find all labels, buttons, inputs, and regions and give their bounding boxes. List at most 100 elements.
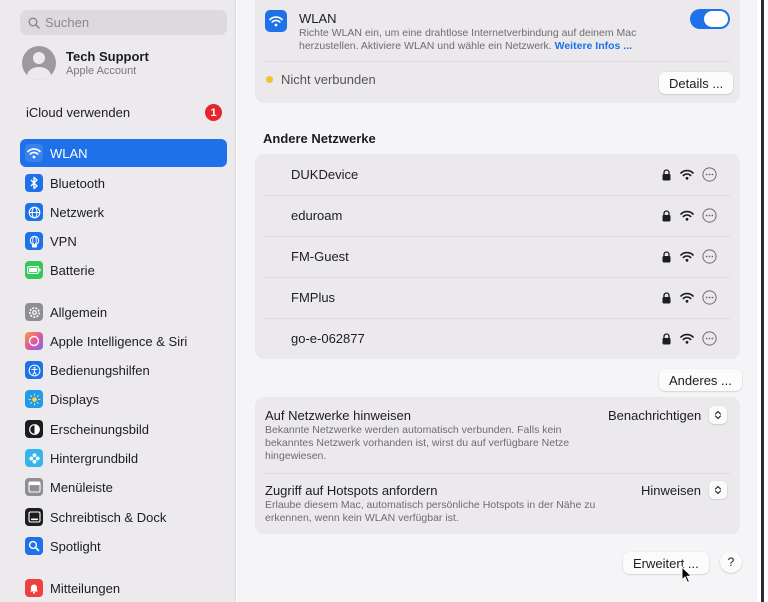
network-row[interactable]: DUKDevice	[255, 154, 740, 195]
sidebar-item-netzwerk[interactable]: Netzwerk	[20, 198, 227, 226]
account-item[interactable]: Tech Support Apple Account	[22, 46, 149, 80]
search-icon	[28, 17, 40, 29]
wlan-toggle[interactable]	[690, 9, 730, 29]
gear-icon	[25, 303, 43, 321]
details-button[interactable]: Details ...	[659, 72, 734, 94]
network-row[interactable]: FM-Guest	[255, 236, 740, 277]
wifi-signal-icon	[680, 333, 694, 344]
advanced-button[interactable]: Erweitert ...	[623, 552, 709, 574]
dock-icon	[25, 508, 43, 526]
wlan-title: WLAN	[299, 11, 337, 26]
icloud-item[interactable]: iCloud verwenden 1	[26, 104, 222, 121]
networks-list: DUKDevice eduroam FM-Guest FMPlus go-e-0…	[255, 154, 740, 359]
other-network-button[interactable]: Anderes ...	[659, 369, 742, 391]
window-edge	[757, 0, 768, 602]
sidebar-item-apple-intelligence[interactable]: Apple Intelligence & Siri	[20, 327, 227, 355]
search-placeholder: Suchen	[45, 15, 90, 30]
lock-icon	[662, 332, 671, 345]
sidebar-item-allgemein[interactable]: Allgemein	[20, 298, 227, 326]
network-name: FMPlus	[291, 290, 336, 305]
network-name: FM-Guest	[291, 249, 349, 264]
sidebar-item-erscheinungsbild[interactable]: Erscheinungsbild	[20, 415, 227, 443]
sidebar-item-label: Erscheinungsbild	[50, 421, 150, 437]
wlan-card: WLAN Richte WLAN ein, um eine drahtlose …	[255, 0, 740, 103]
lock-icon	[662, 168, 671, 181]
sidebar-item-label: Menüleiste	[50, 479, 113, 495]
wifi-icon	[265, 10, 287, 32]
notification-badge: 1	[205, 104, 222, 121]
connection-status: Nicht verbunden	[266, 72, 376, 87]
sidebar-item-label: Apple Intelligence & Siri	[50, 333, 188, 349]
sidebar-item-displays[interactable]: Displays	[20, 385, 227, 413]
sidebar-item-bluetooth[interactable]: Bluetooth	[20, 169, 227, 197]
more-options-icon[interactable]	[702, 167, 717, 182]
sidebar-item-bedienungshilfen[interactable]: Bedienungshilfen	[20, 356, 227, 384]
status-text: Nicht verbunden	[281, 72, 376, 87]
chevron-updown-icon[interactable]	[709, 406, 727, 424]
sidebar-item-label: Hintergrundbild	[50, 450, 139, 466]
more-options-icon[interactable]	[702, 331, 717, 346]
spotlight-search-icon	[25, 537, 43, 555]
sidebar-item-vpn[interactable]: VPN	[20, 227, 227, 255]
sidebar-item-label: Bluetooth	[50, 175, 105, 191]
ask-join-title: Auf Netzwerke hinweisen	[265, 408, 411, 423]
network-row[interactable]: FMPlus	[255, 277, 740, 318]
wallpaper-icon	[25, 449, 43, 467]
more-options-icon[interactable]	[702, 290, 717, 305]
chevron-updown-icon[interactable]	[709, 481, 727, 499]
wifi-icon	[25, 144, 43, 162]
sidebar-item-hintergrundbild[interactable]: Hintergrundbild	[20, 444, 227, 472]
more-options-icon[interactable]	[702, 208, 717, 223]
bluetooth-icon	[25, 174, 43, 192]
menubar-icon	[25, 478, 43, 496]
sidebar-item-spotlight[interactable]: Spotlight	[20, 532, 227, 560]
hotspots-description: Erlaube diesem Mac, automatisch persönli…	[265, 499, 596, 524]
accessibility-icon	[25, 361, 43, 379]
wifi-signal-icon	[680, 169, 694, 180]
divider	[265, 473, 730, 474]
wifi-signal-icon	[680, 251, 694, 262]
network-row[interactable]: go-e-062877	[255, 318, 740, 359]
display-brightness-icon	[25, 390, 43, 408]
sidebar-item-menueleiste[interactable]: Menüleiste	[20, 473, 227, 501]
sidebar-item-label: Allgemein	[50, 304, 108, 320]
sidebar-item-wlan[interactable]: WLAN	[20, 139, 227, 167]
network-name: go-e-062877	[291, 331, 365, 346]
battery-icon	[25, 261, 43, 279]
help-button[interactable]: ?	[720, 551, 742, 573]
sidebar: Suchen Tech Support Apple Account iCloud…	[0, 0, 236, 602]
vpn-icon	[25, 232, 43, 250]
wifi-signal-icon	[680, 292, 694, 303]
settings-card: Auf Netzwerke hinweisen Bekannte Netzwer…	[255, 397, 740, 534]
sidebar-item-batterie[interactable]: Batterie	[20, 256, 227, 284]
mouse-pointer-icon	[681, 566, 693, 584]
sidebar-item-label: Displays	[50, 391, 100, 407]
network-name: eduroam	[291, 208, 343, 223]
siri-icon	[25, 332, 43, 350]
network-row[interactable]: eduroam	[255, 195, 740, 236]
lock-icon	[662, 209, 671, 222]
more-info-link[interactable]: Weitere Infos ...	[555, 40, 632, 52]
network-name: DUKDevice	[291, 167, 359, 182]
wlan-description: Richte WLAN ein, um eine drahtlose Inter…	[299, 27, 659, 53]
sidebar-item-label: VPN	[50, 233, 77, 249]
notifications-bell-icon	[25, 579, 43, 597]
status-dot-icon	[266, 76, 273, 83]
sidebar-item-label: Schreibtisch & Dock	[50, 509, 167, 525]
sidebar-item-mitteilungen[interactable]: Mitteilungen	[20, 574, 227, 602]
sidebar-item-label: Mitteilungen	[50, 580, 121, 596]
main-panel: WLAN Richte WLAN ein, um eine drahtlose …	[237, 0, 757, 602]
ask-join-value[interactable]: Benachrichtigen	[608, 408, 701, 423]
globe-icon	[25, 203, 43, 221]
sidebar-item-label: Spotlight	[50, 538, 101, 554]
sidebar-item-label: Batterie	[50, 262, 95, 278]
more-options-icon[interactable]	[702, 249, 717, 264]
search-input[interactable]: Suchen	[20, 10, 227, 35]
sidebar-item-schreibtisch-dock[interactable]: Schreibtisch & Dock	[20, 503, 227, 531]
appearance-icon	[25, 420, 43, 438]
section-title-other-networks: Andere Netzwerke	[263, 131, 376, 146]
sidebar-item-label: Netzwerk	[50, 204, 105, 220]
sidebar-item-label: WLAN	[50, 145, 88, 161]
hotspots-value[interactable]: Hinweisen	[641, 483, 701, 498]
divider	[265, 61, 730, 62]
